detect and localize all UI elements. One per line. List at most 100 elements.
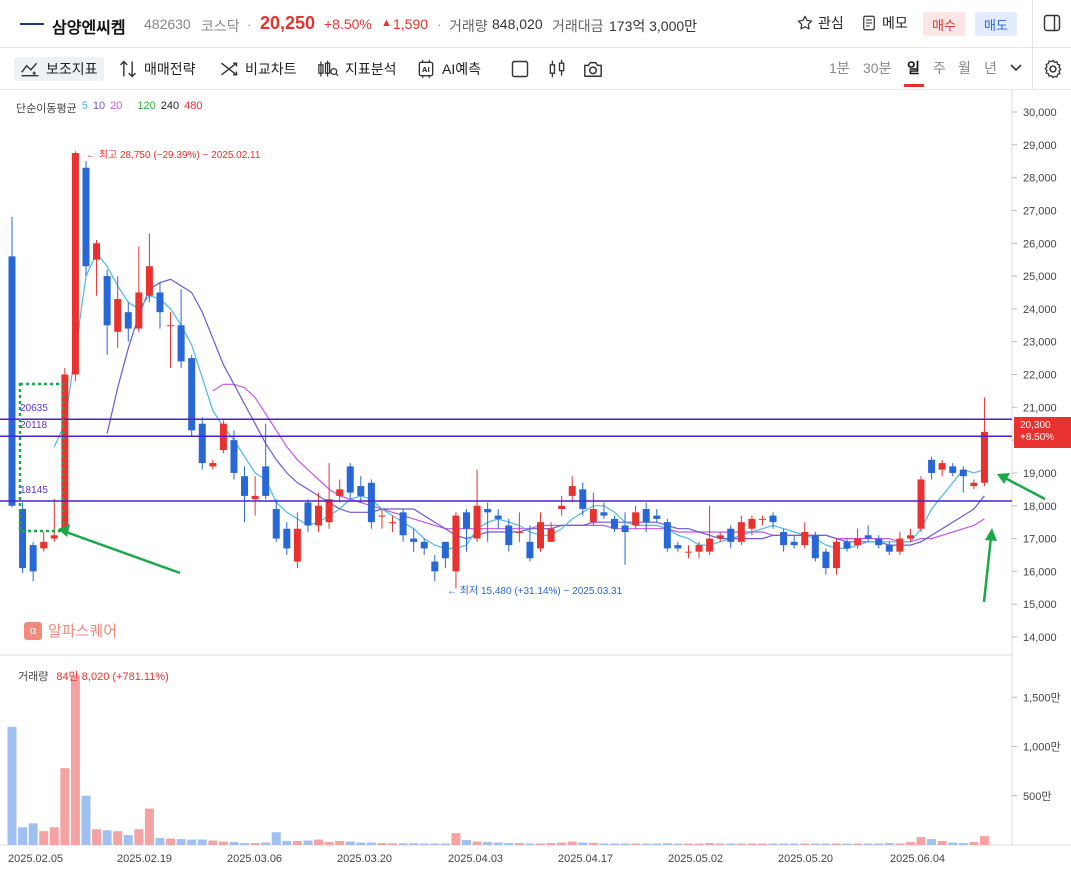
volume-bar <box>673 843 683 845</box>
ma-legend-item-240[interactable]: 240 <box>161 100 179 116</box>
candle-body <box>251 495 259 500</box>
candlestick-icon <box>549 59 565 78</box>
toolbar-divider <box>1032 48 1033 90</box>
stock-name[interactable]: 삼양엔씨켐 <box>52 14 126 38</box>
gear-icon[interactable] <box>1042 58 1064 80</box>
volume-bar <box>631 843 641 845</box>
candle-body <box>547 528 555 542</box>
ai-predict-button[interactable]: AI AI예측 <box>416 57 481 81</box>
indicator-button[interactable]: 보조지표 <box>14 57 104 81</box>
volume-bar <box>546 843 556 845</box>
buy-button[interactable]: 매수 <box>923 12 965 36</box>
side-panel-icon <box>1043 14 1061 32</box>
volume-bar <box>863 843 873 845</box>
volume-bar <box>60 768 70 845</box>
candle-body <box>737 522 745 542</box>
volume-bar <box>409 843 419 845</box>
period-30min[interactable]: 30분 <box>863 58 891 78</box>
volume-bar <box>620 843 630 845</box>
ma-legend-item-120[interactable]: 120 <box>137 100 155 116</box>
panel-toggle-button[interactable] <box>1042 13 1062 38</box>
volume-bar <box>948 842 958 845</box>
candle-body <box>209 463 217 467</box>
memo-button[interactable]: 메모 <box>860 13 908 33</box>
volume-bar <box>303 840 313 845</box>
ma-legend-item-5[interactable]: 5 <box>82 100 88 116</box>
candle-body <box>621 525 629 532</box>
volume-bar <box>250 843 260 845</box>
price-chart[interactable]: 30,000 29,000 28,000 27,000 26,000 25,000 24,0… <box>0 90 1071 878</box>
period-day[interactable]: 일 <box>907 58 920 78</box>
volume-bar <box>884 843 894 845</box>
candle-body <box>177 325 185 362</box>
ma-legend-item-10[interactable]: 10 <box>93 100 105 116</box>
chevron-down-icon[interactable] <box>1009 62 1023 74</box>
period-1min[interactable]: 1분 <box>829 58 850 78</box>
x-axis-label: 2025.03.06 <box>227 853 282 865</box>
svg-text:AI: AI <box>422 66 430 74</box>
volume-bar <box>49 827 59 845</box>
x-axis-label: 2025.02.05 <box>8 853 63 865</box>
candle-body <box>526 541 534 559</box>
volume-bar <box>821 843 831 845</box>
market-label: 코스닥 <box>201 18 240 34</box>
candle-body <box>198 423 206 464</box>
volume-bar <box>525 843 535 845</box>
favorite-button[interactable]: 관심 <box>796 13 844 33</box>
drawing-box-button[interactable] <box>510 57 530 81</box>
volume-value: 848,020 <box>492 16 543 32</box>
star-icon <box>797 15 813 30</box>
candle-body <box>674 545 682 549</box>
alpha-logo-icon: α <box>24 621 42 640</box>
volume-bar <box>451 833 461 845</box>
volume-bar <box>28 823 38 845</box>
price-tick-label: 16,000 <box>1023 566 1057 578</box>
candle-body <box>906 535 914 539</box>
strategy-button[interactable]: 매매전략 <box>118 57 196 81</box>
volume-bar <box>7 726 17 845</box>
stock-code: 482630 <box>144 16 191 32</box>
screenshot-button[interactable] <box>582 57 604 81</box>
candle-body <box>653 515 661 519</box>
amount-label: 거래대금 <box>552 18 604 34</box>
volume-bar <box>853 843 863 845</box>
analysis-button[interactable]: 지표분석 <box>317 57 397 81</box>
volume-bar <box>662 843 672 845</box>
selected-period-underline <box>904 84 924 87</box>
period-year[interactable]: 년 <box>984 58 997 78</box>
candle-body <box>579 489 587 510</box>
period-month[interactable]: 월 <box>958 58 971 78</box>
volume-bar <box>937 841 947 845</box>
sell-button[interactable]: 매도 <box>975 12 1017 36</box>
candle-body <box>50 535 58 539</box>
candle-body <box>896 538 904 552</box>
candle-type-button[interactable] <box>547 57 567 81</box>
low-price-note: ← 최저 15,480 (+31.14%) − 2025.03.31 <box>447 586 623 597</box>
price-tick-label: 22,000 <box>1023 370 1057 382</box>
compare-button[interactable]: 비교차트 <box>219 57 297 81</box>
volume-bar <box>462 840 472 845</box>
price-tick-label: 15,000 <box>1023 599 1057 611</box>
candle-body <box>135 292 143 329</box>
candle-body <box>452 515 460 572</box>
candle-body <box>589 509 597 523</box>
candle-body <box>843 541 851 549</box>
volume-bar <box>757 843 767 845</box>
compare-label: 비교차트 <box>245 61 297 77</box>
level-label-18145: 18145 <box>20 485 48 496</box>
ma-legend-item-20[interactable]: 20 <box>110 100 122 116</box>
volume-bar <box>366 842 376 845</box>
volume-bar <box>599 843 609 845</box>
price-tick-label: 29,000 <box>1023 140 1057 152</box>
candle-body <box>695 545 703 552</box>
ma10-line <box>106 278 985 546</box>
ma-legend-item-480[interactable]: 480 <box>184 100 202 116</box>
candle-body <box>40 541 48 549</box>
candle-body <box>167 325 175 327</box>
volume-bar <box>261 842 271 845</box>
volume-label: 거래량 <box>449 18 488 34</box>
volume-bar <box>314 839 324 845</box>
period-week[interactable]: 주 <box>933 58 946 78</box>
candle-body <box>558 505 566 510</box>
candle-body <box>463 512 471 529</box>
